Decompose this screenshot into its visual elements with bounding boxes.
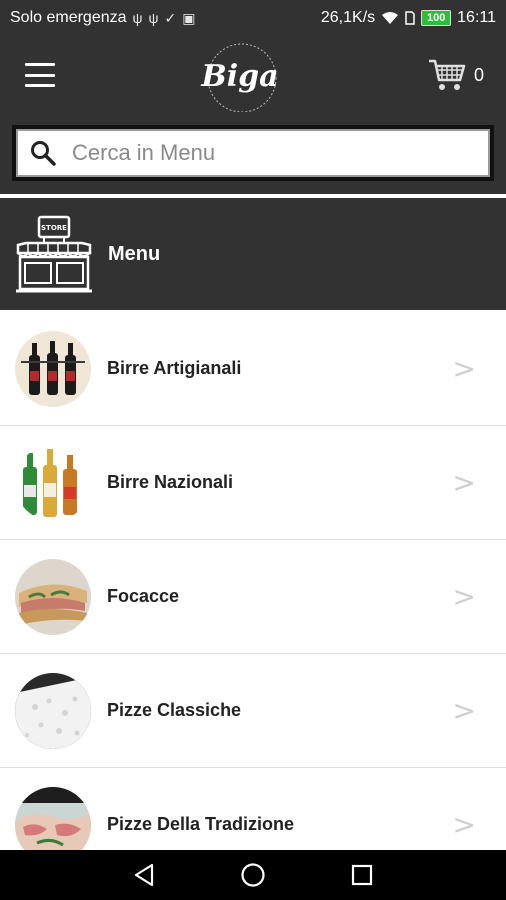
search-input[interactable] [70,139,454,167]
shopping-cart-icon [429,59,466,90]
hamburger-menu-icon[interactable] [25,63,55,87]
home-circle-icon [241,863,265,887]
category-item-pizze-classiche[interactable]: Pizze Classiche > [0,654,506,768]
back-triangle-icon [135,863,154,887]
usb-icon: ψ [148,10,159,26]
status-bar: Solo emergenza ψ ψ ✓ ▣ 26,1K/s 100 16:11 [0,0,506,36]
wifi-icon [382,12,399,24]
search-box [16,129,490,177]
store-sign-text: STORE [41,224,67,232]
home-button[interactable] [238,860,268,890]
network-speed: 26,1K/s [320,9,376,26]
sim-icon [405,11,415,25]
craft-beer-thumbnail [15,330,91,407]
category-item-focacce[interactable]: Focacce > [0,540,506,654]
status-left: Solo emergenza ψ ψ ✓ ▣ [10,9,195,27]
focaccia-thumbnail [15,558,91,635]
chevron-right-icon: > [452,466,476,499]
category-label: Focacce [107,586,180,606]
recents-button[interactable] [347,860,377,890]
category-label: Pizze Classiche [107,700,242,720]
chevron-right-icon: > [452,808,476,841]
system-nav-bar [0,850,506,900]
app-header: Biga 0 [0,36,506,194]
chevron-right-icon: > [452,352,476,385]
image-icon: ▣ [182,9,196,26]
pizza-dough-thumbnail [15,672,91,749]
usb-icon: ψ [132,10,143,26]
search-icon [31,141,56,166]
category-label: Birre Nazionali [107,472,234,492]
recents-square-icon [351,864,372,886]
category-item-birre-artigianali[interactable]: Birre Artigianali > [0,312,506,426]
check-download-icon: ✓ [164,9,177,26]
biga-logo: Biga [200,43,279,112]
national-beer-thumbnail [15,444,91,521]
carrier-text: Solo emergenza [10,9,127,26]
chevron-right-icon: > [452,580,476,613]
category-item-birre-nazionali[interactable]: Birre Nazionali > [0,426,506,540]
category-list: Birre Artigianali > Birre Nazionali > Fo… [0,312,506,882]
search-container [12,125,494,181]
cart-button[interactable]: 0 [428,54,494,96]
store-icon: STORE [16,215,92,293]
back-button[interactable] [129,860,159,890]
menu-title: Menu [108,242,161,265]
clock: 16:11 [457,9,496,26]
cart-count: 0 [474,64,485,85]
status-right: 26,1K/s 100 16:11 [321,9,496,27]
category-label: Birre Artigianali [107,358,242,378]
chevron-right-icon: > [452,694,476,727]
logo-text: Biga [200,59,278,94]
menu-banner: STORE Menu [0,198,506,310]
battery-indicator: 100 [421,10,452,26]
category-label: Pizze Della Tradizione [107,814,295,834]
